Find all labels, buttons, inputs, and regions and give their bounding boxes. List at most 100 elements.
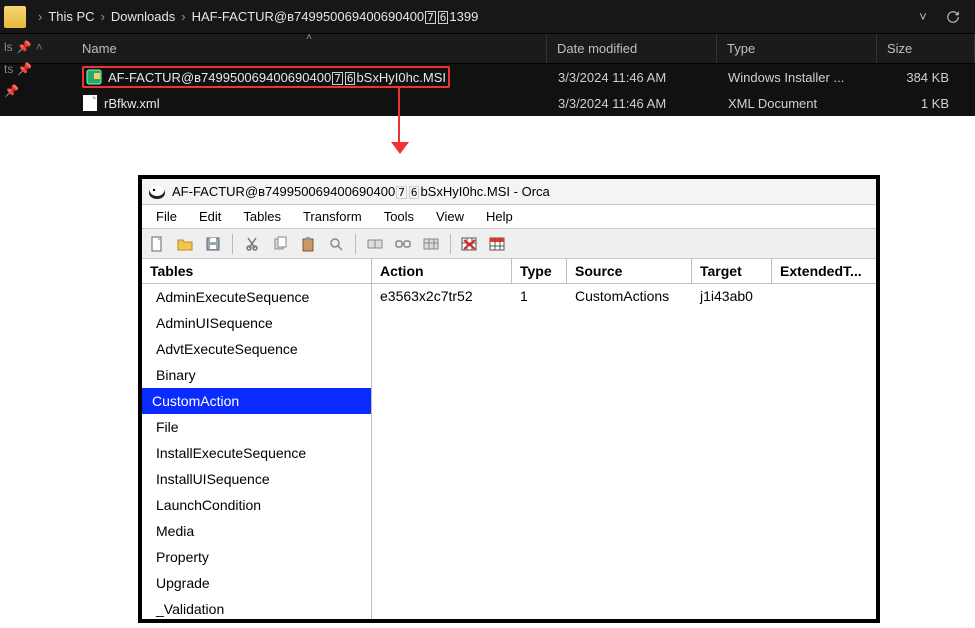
chevron-down-icon[interactable]: ˅ <box>909 5 937 29</box>
table-item-property[interactable]: Property <box>142 544 371 570</box>
file-type: Windows Installer ... <box>718 70 878 85</box>
column-header-type[interactable]: Type <box>717 34 877 63</box>
orca-app-icon <box>148 183 166 201</box>
menu-view[interactable]: View <box>426 207 474 226</box>
grid-headers: Action Type Source Target ExtendedT... <box>372 259 876 284</box>
menu-tools[interactable]: Tools <box>374 207 424 226</box>
table-item-adminuisequence[interactable]: AdminUISequence <box>142 310 371 336</box>
folder-icon <box>4 6 26 28</box>
breadcrumb-current-folder[interactable]: HAF-FACTUR@в749950069400690400761399 <box>192 9 479 24</box>
file-name: rBfkw.xml <box>104 96 160 111</box>
grid-cell-extended <box>772 284 876 308</box>
tables-header: Tables <box>142 259 371 284</box>
menu-tables[interactable]: Tables <box>233 207 291 226</box>
table-item-adminexecutesequence[interactable]: AdminExecuteSequence <box>142 284 371 310</box>
new-file-icon[interactable] <box>146 233 168 255</box>
msi-file-icon <box>86 69 102 85</box>
file-row[interactable]: AF-FACTUR@в74995006940069040076bSxHyI0hc… <box>0 64 975 90</box>
open-file-icon[interactable] <box>174 233 196 255</box>
quick-access-label: ts <box>4 62 13 76</box>
pin-icon: 📌 <box>17 40 32 54</box>
grid-header-extended[interactable]: ExtendedT... <box>772 259 876 283</box>
menu-bar: File Edit Tables Transform Tools View He… <box>142 205 876 229</box>
sort-caret-icon: ˄ <box>306 32 312 43</box>
tables-panel: Tables AdminExecuteSequenceAdminUISequen… <box>142 259 372 619</box>
chevron-right-icon[interactable]: › <box>101 9 105 24</box>
unicode-box-char: 6 <box>438 11 449 24</box>
grid-cell-type: 1 <box>512 284 567 308</box>
pin-icon: 📌 <box>17 62 32 76</box>
grid-header-type[interactable]: Type <box>512 259 567 283</box>
column-header-name[interactable]: ˄ Name <box>72 34 547 63</box>
grid-row[interactable]: e3563x2c7tr52 1 CustomActions j1i43ab0 <box>372 284 876 308</box>
quick-access-label: ls <box>4 40 13 54</box>
table-item-installexecutesequence[interactable]: InstallExecuteSequence <box>142 440 371 466</box>
breadcrumb-downloads[interactable]: Downloads <box>111 9 175 24</box>
find-icon[interactable] <box>325 233 347 255</box>
file-size: 1 KB <box>878 96 975 111</box>
title-text: AF-FACTUR@в74995006940069040076bSxHyI0hc… <box>172 184 550 199</box>
validate-icon[interactable] <box>459 233 481 255</box>
cut-icon[interactable] <box>241 233 263 255</box>
grid-cell-action: e3563x2c7tr52 <box>372 284 512 308</box>
file-type: XML Document <box>718 96 878 111</box>
refresh-icon[interactable] <box>939 5 967 29</box>
grid-header-target[interactable]: Target <box>692 259 772 283</box>
column-header-label: Name <box>82 41 117 56</box>
table-item-installuisequence[interactable]: InstallUISequence <box>142 466 371 492</box>
breadcrumb-text: 1399 <box>449 9 478 24</box>
table-item-file[interactable]: File <box>142 414 371 440</box>
file-date: 3/3/2024 11:46 AM <box>548 96 718 111</box>
pin-icon: 📌 <box>4 84 19 98</box>
tables-list[interactable]: AdminExecuteSequenceAdminUISequenceAdvtE… <box>142 284 371 619</box>
table-item-media[interactable]: Media <box>142 518 371 544</box>
table-item-customaction[interactable]: CustomAction <box>142 388 371 414</box>
table-item-binary[interactable]: Binary <box>142 362 371 388</box>
copy-icon[interactable] <box>269 233 291 255</box>
table-item-advtexecutesequence[interactable]: AdvtExecuteSequence <box>142 336 371 362</box>
paste-icon[interactable] <box>297 233 319 255</box>
file-list: AF-FACTUR@в74995006940069040076bSxHyI0hc… <box>0 64 975 116</box>
quick-access-item[interactable]: ls 📌 ˄ <box>0 36 43 58</box>
title-bar[interactable]: AF-FACTUR@в74995006940069040076bSxHyI0hc… <box>142 179 876 205</box>
grid-cell-source: CustomActions <box>567 284 692 308</box>
table-item-_validation[interactable]: _Validation <box>142 596 371 619</box>
grid-cell-target: j1i43ab0 <box>692 284 772 308</box>
orca-window: AF-FACTUR@в74995006940069040076bSxHyI0hc… <box>138 175 880 623</box>
address-bar[interactable]: › This PC › Downloads › HAF-FACTUR@в7499… <box>0 0 975 34</box>
table-item-upgrade[interactable]: Upgrade <box>142 570 371 596</box>
file-name: AF-FACTUR@в74995006940069040076bSxHyI0hc… <box>108 70 446 85</box>
chevron-right-icon[interactable]: › <box>181 9 185 24</box>
unicode-box-char: 7 <box>425 11 436 24</box>
grid-panel: Action Type Source Target ExtendedT... e… <box>372 259 876 619</box>
file-size: 384 KB <box>878 70 975 85</box>
grid-header-source[interactable]: Source <box>567 259 692 283</box>
add-row-icon[interactable] <box>364 233 386 255</box>
grid-header-action[interactable]: Action <box>372 259 512 283</box>
chevron-right-icon[interactable]: › <box>38 9 42 24</box>
column-header-date[interactable]: Date modified <box>547 34 717 63</box>
table-item-launchcondition[interactable]: LaunchCondition <box>142 492 371 518</box>
annotation-arrow <box>0 116 975 150</box>
quick-access-rail: ls 📌 ˄ ts 📌 📌 <box>0 36 43 102</box>
menu-file[interactable]: File <box>146 207 187 226</box>
menu-edit[interactable]: Edit <box>189 207 231 226</box>
menu-transform[interactable]: Transform <box>293 207 372 226</box>
save-icon[interactable] <box>202 233 224 255</box>
transform-icon[interactable] <box>487 233 509 255</box>
xml-file-icon <box>82 95 98 111</box>
file-date: 3/3/2024 11:46 AM <box>548 70 718 85</box>
quick-access-item[interactable]: ts 📌 <box>0 58 43 80</box>
breadcrumb-text: HAF-FACTUR@в749950069400690400 <box>192 9 425 24</box>
file-row[interactable]: rBfkw.xml 3/3/2024 11:46 AM XML Document… <box>0 90 975 116</box>
column-headers: ˄ Name Date modified Type Size <box>0 34 975 64</box>
table-icon[interactable] <box>420 233 442 255</box>
column-header-size[interactable]: Size <box>877 34 975 63</box>
callout-highlight: AF-FACTUR@в74995006940069040076bSxHyI0hc… <box>82 66 450 88</box>
link-icon[interactable] <box>392 233 414 255</box>
explorer-window: › This PC › Downloads › HAF-FACTUR@в7499… <box>0 0 975 116</box>
quick-access-item[interactable]: 📌 <box>0 80 43 102</box>
chevron-up-icon: ˄ <box>36 40 43 54</box>
menu-help[interactable]: Help <box>476 207 523 226</box>
breadcrumb-this-pc[interactable]: This PC <box>48 9 94 24</box>
